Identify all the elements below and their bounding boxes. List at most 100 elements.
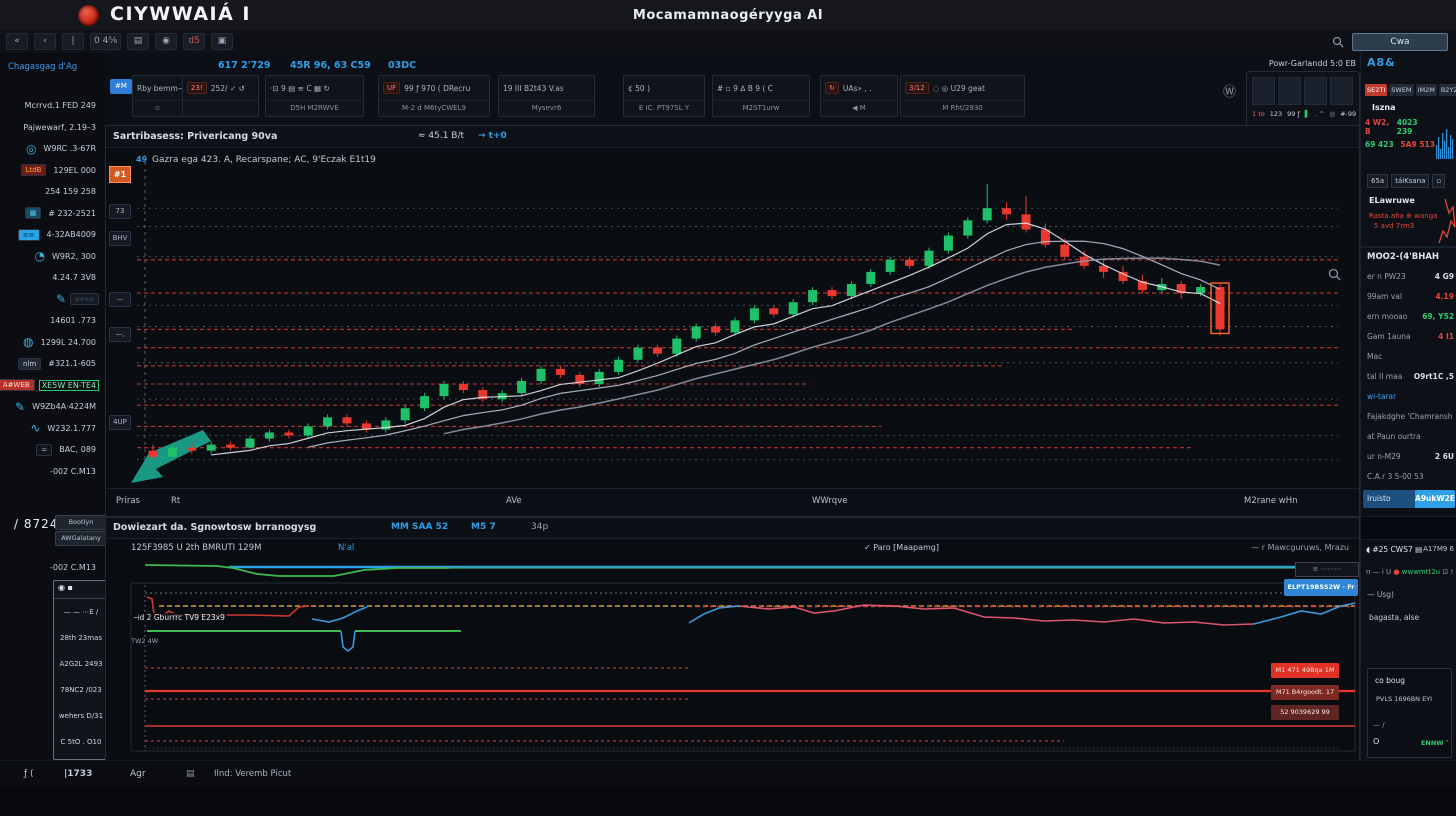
toolbar-group-buttons[interactable]: ·⊡ 9 ▤ ≡ C ▦ ↻	[270, 84, 330, 93]
dropdown-item[interactable]: 78NC2 /023	[54, 677, 108, 703]
toolbar-group-buttons[interactable]: 99 ƒ 970 ( DRecru	[404, 84, 470, 93]
orders-icons[interactable]: n — i U	[1366, 568, 1393, 576]
toolbar-group-badge[interactable]: UF	[383, 82, 400, 94]
sidebar-item[interactable]: Pajwewarf, 2.19–3	[0, 117, 105, 139]
bottom-panel-title: Dowiezart da. Sgnowtosw brranogysg	[113, 522, 316, 533]
dropdown-item[interactable]: — — ⋯E /	[54, 599, 108, 625]
sidebar-item[interactable]: ▦ # 232-2521	[0, 203, 105, 225]
stats-row[interactable]: Gam 1auna 4 I1	[1361, 328, 1456, 348]
stats-row[interactable]: C.A.r 3 5-00 53	[1361, 468, 1456, 488]
sidebar-item[interactable]: ◍ 1299L 24.700	[0, 332, 105, 354]
chart-thumbnail[interactable]	[1330, 77, 1353, 105]
oscillator-chart[interactable]	[129, 559, 1357, 755]
stats-row[interactable]: ur n-M29 2 6U	[1361, 448, 1456, 468]
nav-button[interactable]: ▤	[127, 33, 149, 50]
sidebar-top-link[interactable]: Chagasgag d'Ag	[8, 62, 77, 72]
toolbar-group-buttons[interactable]: 19 III B2t43 V.as	[503, 84, 564, 93]
bottom-blue-button[interactable]: ELPT19B5S2W · Fr	[1284, 579, 1358, 596]
sidebar-item[interactable]: 4.24.7 3V8	[0, 267, 105, 289]
toolbar-group-buttons[interactable]: ◌ ◎ U29 geat	[933, 84, 985, 93]
right-panel-tab[interactable]: IM2M	[1416, 84, 1437, 96]
sidebar-item[interactable]: 254 159 258	[0, 181, 105, 203]
sidebar-item[interactable]: -002 C.M13	[0, 461, 105, 483]
status-icons[interactable]: ƒ (	[24, 769, 34, 779]
nav-button[interactable]: «	[6, 33, 28, 50]
nav-button[interactable]: ▣	[211, 33, 233, 50]
chart-tool-badge[interactable]: #1	[109, 166, 131, 183]
candlestick-chart[interactable]	[129, 151, 1346, 488]
stats-row[interactable]: tal II maa O9rt1C ,5	[1361, 368, 1456, 388]
sidebar-button-2[interactable]: AWGalatany	[55, 531, 107, 546]
sidebar-item[interactable]: ✎ ▪▪▪▪	[0, 289, 105, 311]
action-bar[interactable]: Iruisto A9ukW2E	[1363, 490, 1455, 508]
magnifier-icon[interactable]	[1328, 266, 1341, 285]
stats-row[interactable]: Fajakdghe 'Chamransh	[1361, 408, 1456, 428]
right-panel-tab[interactable]: B2Y2L	[1439, 84, 1456, 96]
sidebar-item[interactable]: A#WEB XE5W EN-TE4	[0, 375, 105, 397]
nav-button[interactable]: d5	[183, 33, 205, 50]
bottom-legend-link[interactable]: N'al	[338, 543, 354, 553]
stats-row[interactable]: er n PW23 4 G9	[1361, 268, 1456, 288]
sidebar-item[interactable]: = BAC, 089	[0, 439, 105, 461]
toolbar-group-buttons[interactable]: UAs» , .	[843, 84, 872, 93]
sidebar-item[interactable]: ◎ W9RC .3-67R	[0, 138, 105, 160]
sidebar-item[interactable]: ✎ W9Zb4A·4224M	[0, 396, 105, 418]
sidebar: Chagasgag d'Ag Mcrrvd.1 FED 249 Pajwewar…	[0, 53, 106, 760]
nav-button[interactable]: ‹	[34, 33, 56, 50]
dropdown-item[interactable]: A2G2L 2493	[54, 651, 108, 677]
nav-button[interactable]: |	[62, 33, 84, 50]
stats-row[interactable]: wi-tarar	[1361, 388, 1456, 408]
right-panel-subtab[interactable]: ▫	[1432, 174, 1445, 188]
gutter-button[interactable]: 73	[109, 204, 131, 219]
nav-cta-button[interactable]: Cwa	[1352, 33, 1448, 51]
gutter-button[interactable]: BHV	[109, 231, 131, 246]
sidebar-item[interactable]: Mcrrvd.1 FED 249	[0, 95, 105, 117]
sidebar-item[interactable]: ◔ W9R2, 300	[0, 246, 105, 268]
toolbar-group-buttons[interactable]: 252/ ✓ ↺	[211, 84, 245, 93]
bottom-mini-box[interactable]: ≡ ⋯⋯⋯	[1295, 562, 1359, 577]
right-panel-tab[interactable]: SE2TI	[1365, 84, 1387, 96]
watchlist-row[interactable]: 4 W2, B 4023 239	[1365, 118, 1435, 136]
stats-row[interactable]: at Paun ourtra	[1361, 428, 1456, 448]
action-bar-right[interactable]: A9ukW2E	[1415, 490, 1455, 508]
orders-icons-after[interactable]: ⊡ !	[1440, 568, 1453, 576]
dropdown-header[interactable]: ◉ ▪	[54, 581, 108, 599]
dropdown-item[interactable]: 28th 23mas	[54, 625, 108, 651]
gutter-button[interactable]: —,	[109, 327, 131, 342]
order-ticket-o[interactable]: O	[1373, 737, 1379, 746]
stats-row[interactable]: Mac	[1361, 348, 1456, 368]
chart-thumbnail[interactable]	[1304, 77, 1327, 105]
search-icon[interactable]	[1332, 33, 1344, 52]
gutter-button[interactable]: —	[109, 292, 131, 307]
toolbar-group-badge[interactable]: 3/12	[905, 82, 929, 94]
watchlist-row[interactable]: 69 423 5A9 513	[1365, 140, 1435, 149]
right-panel-tab[interactable]: SWEM	[1389, 84, 1413, 96]
toolbar-group-buttons[interactable]: # ▫ 9 ∆ B 9 ( C	[717, 84, 773, 93]
sidebar-button-1[interactable]: Bootlyn	[55, 515, 107, 530]
order-ticket-confirm[interactable]: ENNW ˅	[1421, 739, 1449, 747]
toolbar-group-buttons[interactable]: Rby bemm—	[137, 84, 183, 93]
nav-button[interactable]: 0 4⅝	[90, 33, 121, 50]
stats-row[interactable]: 99am val 4.19	[1361, 288, 1456, 308]
sidebar-item[interactable]: LtdB 129EL 000	[0, 160, 105, 182]
dropdown-item[interactable]: wehers D/31	[54, 703, 108, 729]
watermark-icon[interactable]: Ⓦ	[1223, 81, 1236, 100]
action-bar-left[interactable]: Iruisto	[1363, 490, 1415, 508]
sidebar-item[interactable]: nlm #321.1-605	[0, 353, 105, 375]
gutter-button[interactable]: 4UP	[109, 415, 131, 430]
right-panel-subtab[interactable]: 65a	[1367, 174, 1388, 188]
chart-thumbnail[interactable]	[1278, 77, 1301, 105]
sidebar-item[interactable]: ∿ W232.1.777	[0, 418, 105, 440]
sidebar-item[interactable]: ≡≡ 4-32AB4009	[0, 224, 105, 246]
right-panel-subtab[interactable]: táiKsana	[1391, 174, 1429, 188]
nav-button[interactable]: ◉	[155, 33, 177, 50]
stats-row[interactable]: ern mooao 69, Y52	[1361, 308, 1456, 328]
sidebar-item[interactable]: 14601 .773	[0, 310, 105, 332]
dropdown-item[interactable]: C 5tO . O10	[54, 729, 108, 755]
chart-thumbnail[interactable]	[1252, 77, 1275, 105]
toolbar-group-buttons[interactable]: ¢ 50 )	[628, 84, 650, 93]
toolbar-symbol-badge[interactable]: #M	[110, 79, 132, 94]
bottom-legend-mid[interactable]: ✓ Paro [Maapamg]	[864, 543, 939, 552]
toolbar-group-badge[interactable]: ↻	[825, 82, 839, 94]
toolbar-group-badge[interactable]: 23!	[187, 82, 207, 94]
